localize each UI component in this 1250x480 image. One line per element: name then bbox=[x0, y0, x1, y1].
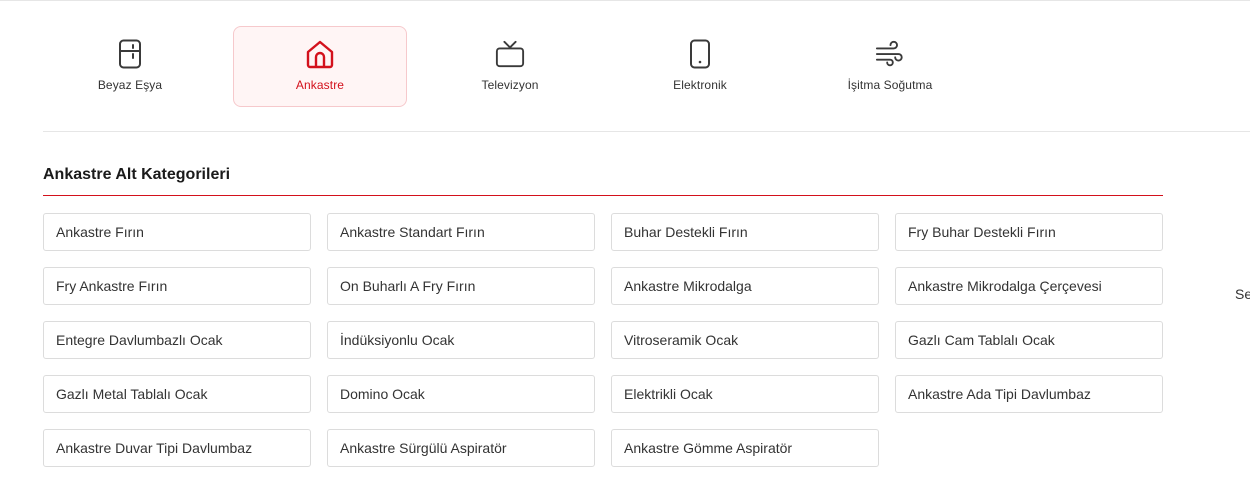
category-label: Televizyon bbox=[481, 78, 539, 92]
subcategory-link[interactable]: Ankastre Fırın bbox=[43, 213, 311, 251]
section-title: Ankastre Alt Kategorileri bbox=[43, 166, 231, 183]
top-border bbox=[0, 0, 1250, 1]
subcategory-link[interactable]: Ankastre Sürgülü Aspiratör bbox=[327, 429, 595, 467]
subcategory-link[interactable]: İndüksiyonlu Ocak bbox=[327, 321, 595, 359]
subcategory-link[interactable]: Ankastre Ada Tipi Davlumbaz bbox=[895, 375, 1163, 413]
phone-icon bbox=[685, 38, 715, 70]
subcategory-link[interactable]: Fry Ankastre Fırın bbox=[43, 267, 311, 305]
category-televizyon[interactable]: Televizyon bbox=[423, 26, 597, 107]
subcategory-link[interactable]: Ankastre Duvar Tipi Davlumbaz bbox=[43, 429, 311, 467]
category-label: İşitma Soğutma bbox=[847, 78, 933, 92]
tv-icon bbox=[495, 38, 525, 70]
subcategory-link[interactable]: Elektrikli Ocak bbox=[611, 375, 879, 413]
category-label: Beyaz Eşya bbox=[97, 78, 163, 92]
subcategory-link[interactable]: Gazlı Metal Tablalı Ocak bbox=[43, 375, 311, 413]
subcategory-link[interactable]: Fry Buhar Destekli Fırın bbox=[895, 213, 1163, 251]
subcategory-link[interactable]: Vitroseramik Ocak bbox=[611, 321, 879, 359]
subcategory-link[interactable]: Ankastre Mikrodalga Çerçevesi bbox=[895, 267, 1163, 305]
section-underline bbox=[43, 195, 1163, 196]
subcategory-link[interactable]: Domino Ocak bbox=[327, 375, 595, 413]
category-label: Elektronik bbox=[673, 78, 727, 92]
side-panel-text: Se bbox=[1235, 286, 1250, 302]
subcategory-link[interactable]: Ankastre Standart Fırın bbox=[327, 213, 595, 251]
category-divider bbox=[43, 131, 1250, 132]
category-isitma-sogutma[interactable]: İşitma Soğutma bbox=[803, 26, 977, 107]
fridge-icon bbox=[115, 38, 145, 70]
subcategory-link[interactable]: Entegre Davlumbazlı Ocak bbox=[43, 321, 311, 359]
category-ankastre[interactable]: Ankastre bbox=[233, 26, 407, 107]
subcategory-link[interactable]: Buhar Destekli Fırın bbox=[611, 213, 879, 251]
subcategory-link[interactable]: On Buharlı A Fry Fırın bbox=[327, 267, 595, 305]
category-elektronik[interactable]: Elektronik bbox=[613, 26, 787, 107]
subcategory-link[interactable]: Ankastre Gömme Aspiratör bbox=[611, 429, 879, 467]
subcategory-link[interactable]: Ankastre Mikrodalga bbox=[611, 267, 879, 305]
home-icon bbox=[305, 38, 335, 70]
category-beyaz-esya[interactable]: Beyaz Eşya bbox=[43, 26, 217, 107]
wind-icon bbox=[875, 38, 905, 70]
category-label: Ankastre bbox=[295, 78, 345, 92]
subcategory-link[interactable]: Gazlı Cam Tablalı Ocak bbox=[895, 321, 1163, 359]
